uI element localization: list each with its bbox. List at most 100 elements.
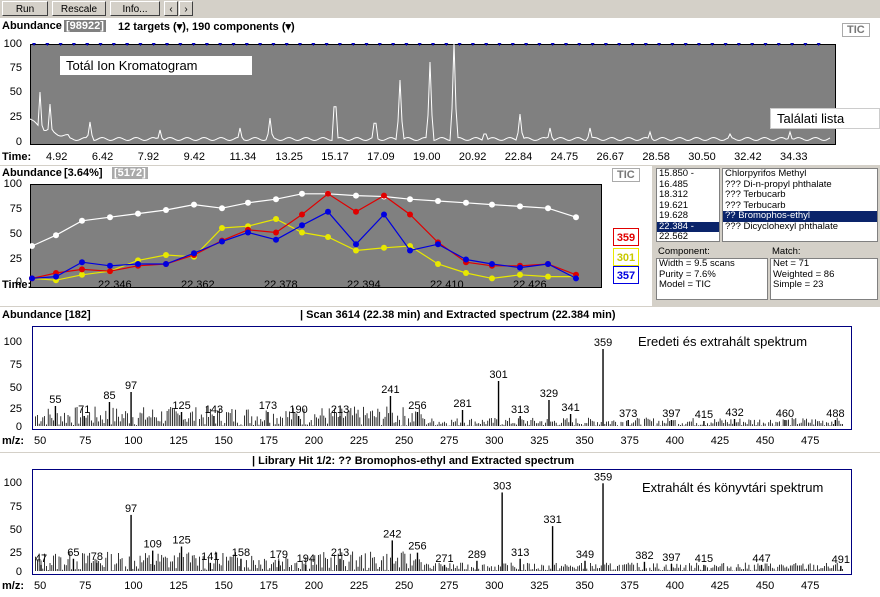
component-model: Model = TIC bbox=[659, 279, 711, 290]
ion-tic-trace-point bbox=[407, 196, 413, 203]
library-y-tick: 25 bbox=[9, 547, 22, 559]
spectrum-peak-label: 179 bbox=[270, 549, 288, 561]
spectrum-peak-label: 341 bbox=[561, 402, 579, 414]
target-marker bbox=[510, 43, 515, 46]
rescale-button[interactable]: Rescale bbox=[52, 1, 106, 16]
ion-301-trace-point bbox=[273, 216, 279, 222]
tic-targets[interactable]: 12 targets (▾), 190 components (▾) bbox=[118, 20, 295, 33]
ion-tic-trace-point bbox=[53, 232, 59, 239]
ion-abundance-count: [5172] bbox=[112, 167, 148, 179]
target-marker bbox=[351, 43, 356, 46]
ion-357-trace-point bbox=[135, 261, 141, 267]
hit-name[interactable]: ??? Dicyclohexyl phthalate bbox=[723, 221, 877, 233]
tic-x-tick: 34.33 bbox=[780, 151, 808, 163]
match-label: Match: bbox=[772, 246, 801, 257]
ion-359-trace-point bbox=[299, 211, 305, 218]
spectrum-x-tick: 75 bbox=[79, 435, 92, 447]
ion-x-tick: 22.426 bbox=[513, 279, 547, 291]
hit-name[interactable]: ??? Terbucarb bbox=[723, 189, 877, 201]
target-marker bbox=[391, 43, 396, 46]
ion-357-trace-point bbox=[299, 222, 305, 229]
next-button[interactable]: › bbox=[179, 1, 193, 16]
info-button[interactable]: Info... bbox=[110, 1, 160, 16]
run-button[interactable]: Run bbox=[2, 1, 48, 16]
tic-abundance-value: [98922] bbox=[64, 20, 106, 32]
ion-tic-trace-point bbox=[463, 199, 469, 206]
spectrum-peak-label: 97 bbox=[125, 380, 137, 392]
ion-301-trace-point bbox=[489, 275, 495, 282]
spectrum-peak-label: 331 bbox=[543, 514, 561, 526]
spectrum-mz-label: m/z: bbox=[2, 435, 24, 447]
library-x-tick: 400 bbox=[665, 580, 684, 592]
spectrum-y-tick: 75 bbox=[9, 359, 22, 371]
target-marker bbox=[617, 43, 622, 46]
hit-name-selected[interactable]: ?? Bromophos-ethyl bbox=[723, 210, 877, 222]
tic-y-tick: 0 bbox=[15, 136, 22, 148]
target-marker bbox=[125, 43, 130, 46]
target-marker bbox=[550, 43, 555, 46]
target-marker bbox=[178, 43, 183, 46]
target-marker bbox=[417, 43, 422, 46]
match-net: Net = 71 bbox=[773, 258, 810, 269]
ion-359-label[interactable]: 359 bbox=[613, 228, 639, 246]
spectrum-x-tick: 150 bbox=[214, 435, 233, 447]
library-x-tick: 100 bbox=[124, 580, 143, 592]
ion-301-trace-point bbox=[79, 271, 85, 278]
ion-tic-trace-point bbox=[273, 196, 279, 203]
ion-357-label[interactable]: 357 bbox=[613, 266, 639, 284]
ion-357-trace-point bbox=[545, 261, 551, 267]
ion-357-trace-point bbox=[573, 275, 579, 282]
target-marker bbox=[723, 43, 728, 46]
target-marker bbox=[670, 43, 675, 46]
hit-time[interactable]: 18.312 bbox=[657, 189, 719, 201]
ion-tic-trace-point bbox=[299, 190, 305, 197]
spectrum-peak-label: 173 bbox=[259, 400, 277, 412]
library-x-tick: 175 bbox=[259, 580, 278, 592]
match-box: Net = 71 Weighted = 86 Simple = 23 bbox=[770, 258, 878, 300]
target-marker bbox=[284, 43, 289, 46]
tic-y-tick: 25 bbox=[9, 111, 22, 123]
hit-time[interactable]: 15.850 - bbox=[657, 169, 719, 180]
library-x-tick: 75 bbox=[79, 580, 92, 592]
spectrum-peak-label: 301 bbox=[489, 369, 507, 381]
tic-x-tick: 22.84 bbox=[504, 151, 533, 163]
hit-names-list[interactable]: Chlorpyrifos Methyl ??? Di-n-propyl phth… bbox=[722, 168, 878, 242]
ion-301-label[interactable]: 301 bbox=[613, 248, 639, 266]
spectrum-peak-label: 190 bbox=[289, 404, 307, 416]
library-x-tick: 350 bbox=[575, 580, 594, 592]
spectrum-peak-label: 158 bbox=[232, 547, 250, 559]
spectrum-peak-label: 194 bbox=[297, 553, 315, 565]
ion-badge[interactable]: TIC bbox=[612, 168, 640, 182]
tic-badge[interactable]: TIC bbox=[842, 23, 870, 37]
spectrum-x-tick: 125 bbox=[169, 435, 188, 447]
hit-times-list[interactable]: 15.850 - 16.485 18.312 19.621 19.628 22.… bbox=[656, 168, 720, 242]
hit-name[interactable]: Chlorpyrifos Methyl bbox=[723, 169, 877, 180]
target-marker bbox=[763, 43, 768, 46]
ion-x-tick: 22.362 bbox=[181, 279, 215, 291]
target-marker bbox=[750, 43, 755, 46]
ion-357-trace bbox=[31, 211, 577, 279]
spectrum-peak-label: 241 bbox=[381, 384, 399, 396]
target-marker bbox=[404, 43, 409, 46]
hit-time[interactable]: 19.628 bbox=[657, 210, 719, 222]
ion-tic-trace-point bbox=[107, 214, 113, 221]
library-title: | Library Hit 1/2: ?? Bromophos-ethyl an… bbox=[252, 455, 575, 467]
tic-y-tick: 50 bbox=[9, 86, 22, 98]
hit-time[interactable]: 22.562 bbox=[657, 231, 719, 241]
tic-x-tick: 6.42 bbox=[91, 151, 114, 163]
target-marker bbox=[218, 43, 223, 46]
target-marker bbox=[311, 43, 316, 46]
target-marker bbox=[111, 43, 116, 46]
spectrum-note: Eredeti és extrahált spektrum bbox=[632, 332, 814, 351]
target-marker bbox=[364, 43, 369, 46]
spectrum-peak-label: 289 bbox=[468, 549, 486, 561]
ion-tic-trace-point bbox=[191, 201, 197, 208]
ion-357-trace-point bbox=[79, 259, 85, 266]
tic-y-tick: 75 bbox=[9, 62, 22, 74]
tic-x-tick: 32.42 bbox=[734, 151, 762, 163]
library-x-tick: 425 bbox=[710, 580, 730, 592]
ion-tic-trace-point bbox=[135, 210, 141, 217]
prev-button[interactable]: ‹ bbox=[164, 1, 178, 16]
spectrum-peak-label: 415 bbox=[695, 409, 713, 421]
ion-x-tick: 22.410 bbox=[430, 279, 464, 291]
